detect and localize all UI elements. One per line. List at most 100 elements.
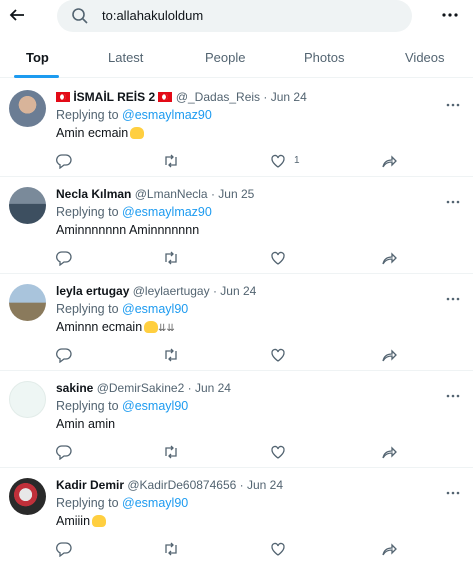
tweet-text: Aminnn ecmain ⇊⇊ — [56, 320, 175, 334]
handle[interactable]: @leylaertugay — [133, 284, 210, 298]
mention-link[interactable]: @esmayl90 — [122, 496, 188, 510]
tweet-date[interactable]: Jun 24 — [195, 381, 231, 395]
tweet[interactable]: Necla Kılman @LmanNecla · Jun 25 Replyin… — [0, 177, 473, 274]
tweet[interactable]: Kadir Demir @KadirDe60874656 · Jun 24 Re… — [0, 468, 473, 561]
separator: · — [239, 478, 244, 492]
turkey-flag-icon — [56, 92, 70, 102]
handle[interactable]: @KadirDe60874656 — [127, 478, 236, 492]
separator: · — [187, 381, 192, 395]
more-options-icon[interactable] — [446, 386, 460, 398]
more-options-icon[interactable] — [446, 192, 460, 204]
tweet-actions — [56, 444, 456, 461]
reply-icon[interactable] — [56, 347, 72, 364]
display-name[interactable]: sakine — [56, 381, 93, 395]
share-icon[interactable] — [381, 541, 397, 557]
tweet-body: Amiiin — [56, 514, 91, 528]
replying-to-label: Replying to — [56, 108, 119, 122]
search-query[interactable]: to:allahakuloldum — [102, 8, 203, 23]
mention-link[interactable]: @esmayl90 — [122, 399, 188, 413]
avatar[interactable] — [9, 478, 46, 515]
tweet-date[interactable]: Jun 24 — [247, 478, 283, 492]
more-options-icon[interactable] — [446, 95, 460, 107]
share-icon[interactable] — [381, 153, 397, 169]
tab-videos[interactable]: Videos — [405, 50, 445, 65]
handle[interactable]: @DemirSakine2 — [97, 381, 185, 395]
praying-hands-icon — [130, 127, 145, 139]
tweet[interactable]: İSMAİL REİS 2 @_Dadas_Reis · Jun 24 Repl… — [0, 80, 473, 177]
more-options-icon[interactable] — [441, 8, 459, 22]
replying-to-label: Replying to — [56, 496, 119, 510]
separator: · — [212, 284, 217, 298]
tweet-header: Kadir Demir @KadirDe60874656 · Jun 24 — [56, 478, 283, 492]
back-arrow-icon[interactable] — [6, 4, 28, 26]
reply-icon[interactable] — [56, 541, 72, 558]
search-tabs: Top Latest People Photos Videos — [0, 40, 473, 78]
display-name[interactable]: Necla Kılman — [56, 187, 131, 201]
avatar[interactable] — [9, 381, 46, 418]
avatar[interactable] — [9, 284, 46, 321]
like-icon[interactable] — [270, 153, 286, 169]
tweet-date[interactable]: Jun 24 — [220, 284, 256, 298]
tab-photos[interactable]: Photos — [304, 50, 344, 65]
share-icon[interactable] — [381, 347, 397, 363]
tweet-header: İSMAİL REİS 2 @_Dadas_Reis · Jun 24 — [56, 90, 307, 104]
tweet-actions — [56, 347, 456, 364]
tweet-text: Amiiin — [56, 514, 107, 528]
tab-top[interactable]: Top — [26, 50, 49, 65]
mention-link[interactable]: @esmaylmaz90 — [122, 205, 212, 219]
tweet-body: Aminnnnnnn Aminnnnnnn — [56, 223, 200, 237]
share-icon[interactable] — [381, 444, 397, 460]
active-tab-indicator — [14, 75, 59, 78]
separator: · — [210, 187, 215, 201]
replying-to: Replying to @esmaylmaz90 — [56, 205, 212, 219]
praying-hands-icon — [144, 321, 159, 333]
more-options-icon[interactable] — [446, 483, 460, 495]
like-icon[interactable] — [270, 347, 286, 363]
retweet-icon[interactable] — [163, 541, 179, 557]
replying-to: Replying to @esmayl90 — [56, 496, 188, 510]
tweet-date[interactable]: Jun 24 — [271, 90, 307, 104]
reply-icon[interactable] — [56, 250, 72, 267]
more-options-icon[interactable] — [446, 289, 460, 301]
tweet-text: Amin ecmain — [56, 126, 145, 140]
tab-people[interactable]: People — [205, 50, 245, 65]
display-name[interactable]: İSMAİL REİS 2 — [73, 90, 155, 104]
tweet-body: Amin amin — [56, 417, 116, 431]
mention-link[interactable]: @esmaylmaz90 — [122, 108, 212, 122]
retweet-icon[interactable] — [163, 347, 179, 363]
search-icon — [71, 7, 89, 25]
replying-to: Replying to @esmayl90 — [56, 302, 188, 316]
share-icon[interactable] — [381, 250, 397, 266]
display-name[interactable]: Kadir Demir — [56, 478, 124, 492]
retweet-icon[interactable] — [163, 153, 179, 169]
reply-icon[interactable] — [56, 153, 72, 170]
reply-icon[interactable] — [56, 444, 72, 461]
replying-to: Replying to @esmaylmaz90 — [56, 108, 212, 122]
like-icon[interactable] — [270, 444, 286, 460]
search-box[interactable]: to:allahakuloldum — [57, 0, 412, 32]
handle[interactable]: @LmanNecla — [135, 187, 208, 201]
tweet-header: leyla ertugay @leylaertugay · Jun 24 — [56, 284, 256, 298]
tweet-actions: 1 — [56, 153, 456, 170]
tweet-body: Aminnn ecmain — [56, 320, 143, 334]
avatar[interactable] — [9, 187, 46, 224]
tweet-date[interactable]: Jun 25 — [218, 187, 254, 201]
retweet-icon[interactable] — [163, 250, 179, 266]
like-icon[interactable] — [270, 541, 286, 557]
tweet-header: Necla Kılman @LmanNecla · Jun 25 — [56, 187, 254, 201]
replying-to-label: Replying to — [56, 399, 119, 413]
tweet-actions — [56, 250, 456, 267]
handle[interactable]: @_Dadas_Reis — [176, 90, 260, 104]
display-name[interactable]: leyla ertugay — [56, 284, 129, 298]
mention-link[interactable]: @esmayl90 — [122, 302, 188, 316]
like-count: 1 — [294, 155, 300, 166]
praying-hands-icon — [92, 515, 107, 527]
tweet[interactable]: sakine @DemirSakine2 · Jun 24 Replying t… — [0, 371, 473, 468]
tweet[interactable]: leyla ertugay @leylaertugay · Jun 24 Rep… — [0, 274, 473, 371]
down-arrows-icon: ⇊⇊ — [158, 323, 175, 334]
tab-latest[interactable]: Latest — [108, 50, 143, 65]
like-icon[interactable] — [270, 250, 286, 266]
tweet-body: Amin ecmain — [56, 126, 129, 140]
avatar[interactable] — [9, 90, 46, 127]
retweet-icon[interactable] — [163, 444, 179, 460]
